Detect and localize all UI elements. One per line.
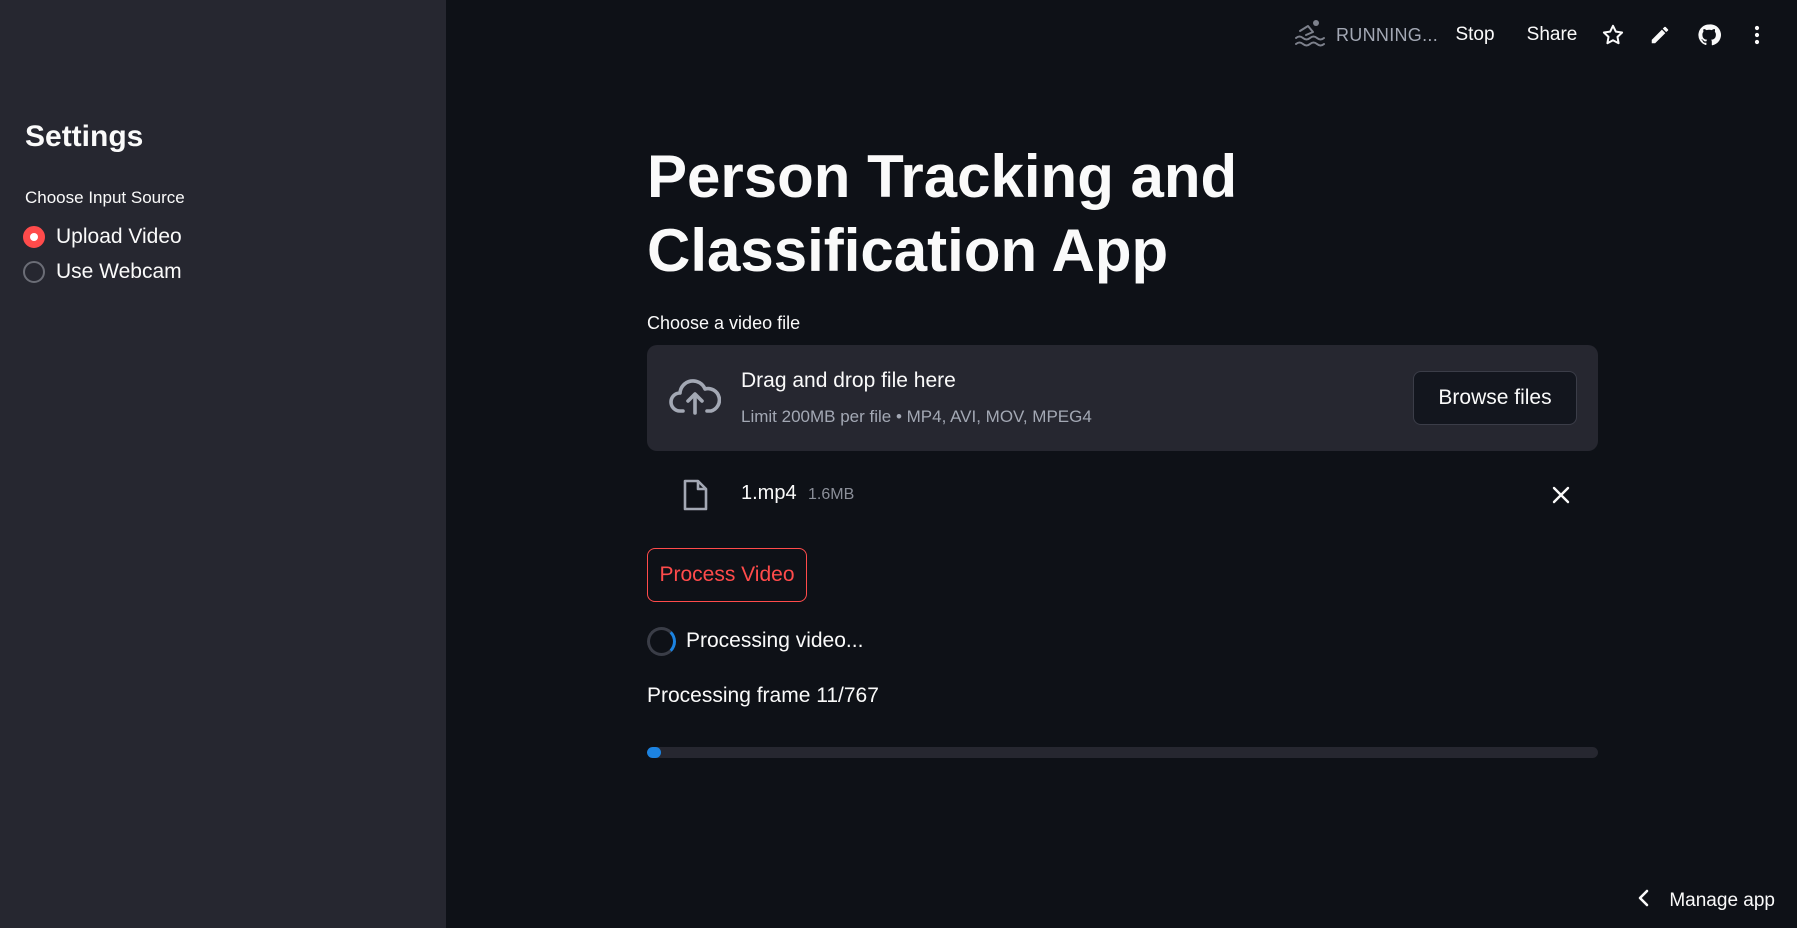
uploader-label: Choose a video file <box>647 313 801 333</box>
process-video-button[interactable]: Process Video <box>647 548 807 602</box>
dropzone-title: Drag and drop file here <box>741 369 956 392</box>
radio-unchecked-icon <box>23 261 45 283</box>
app-root: Settings Choose Input Source Upload Vide… <box>0 0 1797 928</box>
page-title: Person Tracking and Classification App <box>647 143 1238 284</box>
status-text: RUNNING... <box>1336 24 1438 45</box>
running-status: RUNNING... <box>1294 18 1438 52</box>
progress-bar-fill <box>647 747 661 758</box>
chevron-left-icon <box>1637 888 1651 914</box>
file-name: 1.mp4 <box>741 482 797 504</box>
radio-use-webcam[interactable]: Use Webcam <box>23 258 182 286</box>
radio-upload-video[interactable]: Upload Video <box>23 223 182 251</box>
file-size: 1.6MB <box>808 486 855 503</box>
share-button[interactable]: Share <box>1524 18 1580 52</box>
uploaded-file-row: 1.mp4 1.6MB <box>647 470 1598 520</box>
spinner-icon <box>647 626 676 656</box>
sidebar: Settings Choose Input Source Upload Vide… <box>0 0 446 928</box>
swimmer-icon <box>1294 18 1326 53</box>
file-dropzone[interactable]: Drag and drop file here Limit 200MB per … <box>647 345 1598 451</box>
file-icon <box>681 478 709 517</box>
progress-bar <box>647 747 1598 758</box>
radio-checked-icon <box>23 226 45 248</box>
stop-button[interactable]: Stop <box>1448 18 1502 52</box>
input-source-label: Choose Input Source <box>25 188 185 207</box>
sidebar-title: Settings <box>25 120 144 153</box>
spinner-text: Processing video... <box>686 629 864 652</box>
radio-option-label: Use Webcam <box>56 260 182 283</box>
github-icon[interactable] <box>1694 20 1724 50</box>
frame-progress-text: Processing frame 11/767 <box>647 684 879 707</box>
star-icon[interactable] <box>1598 20 1628 50</box>
manage-app-button[interactable]: Manage app <box>1637 886 1775 916</box>
browse-files-button[interactable]: Browse files <box>1413 371 1577 425</box>
processing-status: Processing video... <box>647 626 863 656</box>
dropzone-limit-text: Limit 200MB per file • MP4, AVI, MOV, MP… <box>741 407 1092 426</box>
pencil-icon[interactable] <box>1645 20 1675 50</box>
cloud-upload-icon <box>669 375 722 424</box>
manage-app-label: Manage app <box>1669 890 1775 911</box>
remove-file-close-icon[interactable] <box>1548 482 1574 508</box>
radio-option-label: Upload Video <box>56 225 182 248</box>
more-vertical-icon[interactable] <box>1742 20 1772 50</box>
